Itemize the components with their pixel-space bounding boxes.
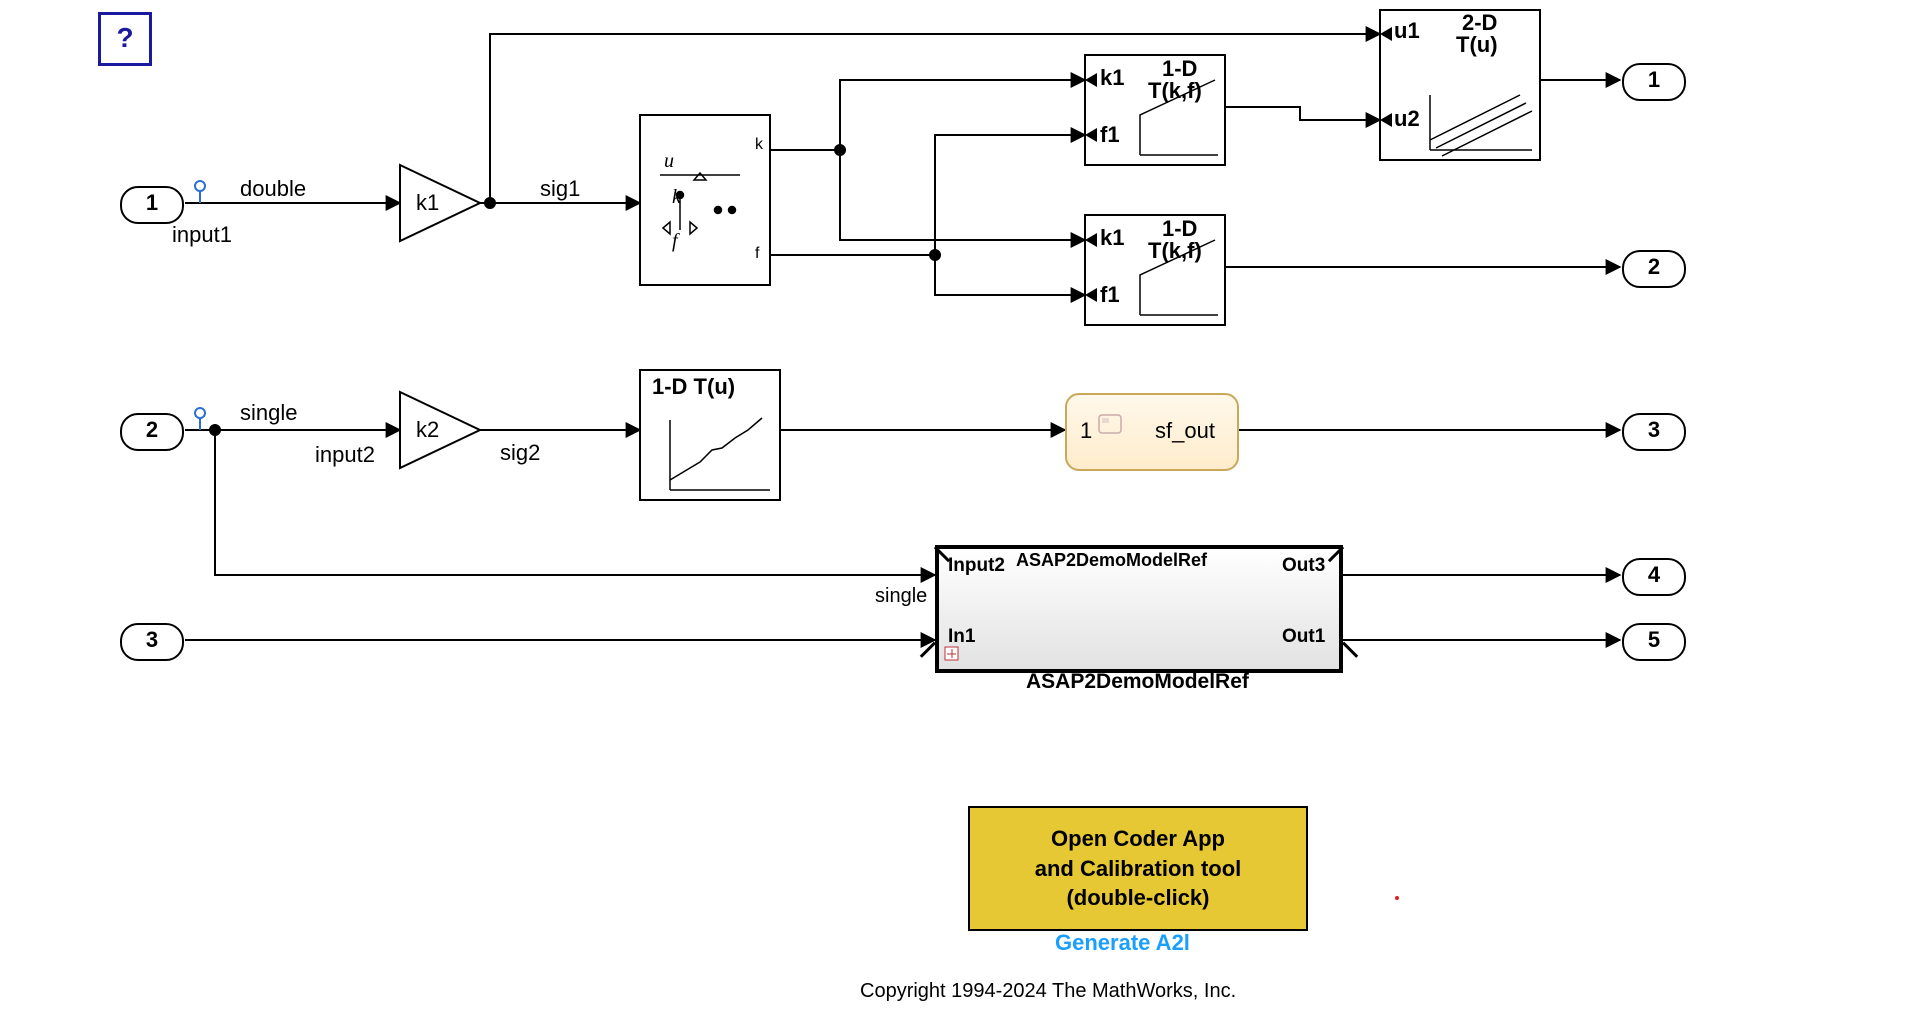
open-coder-app-callout[interactable]: Open Coder App and Calibration tool (dou… [968, 806, 1308, 931]
modelref-name: ASAP2DemoModelRef [1016, 550, 1207, 571]
prelookup-outf: f [755, 245, 759, 263]
prelookup-f: f [672, 230, 678, 253]
sf-in-label: 1 [1080, 418, 1092, 444]
signal-sig2: sig2 [500, 440, 540, 466]
callout-line3: (double-click) [998, 883, 1278, 913]
lookup2d-title2: T(u) [1456, 32, 1498, 58]
inport-2-dtype: single [240, 400, 297, 426]
inport-1-name: input1 [172, 222, 232, 248]
interp-b-k1: k1 [1100, 225, 1124, 251]
outport-4[interactable]: 4 [1622, 558, 1686, 596]
wiring-layer [0, 0, 1910, 1031]
help-button[interactable]: ? [98, 12, 152, 66]
outport-3[interactable]: 3 [1622, 413, 1686, 451]
interp-b-f1: f1 [1100, 282, 1120, 308]
prelookup-u: u [664, 150, 674, 173]
simulink-canvas[interactable]: ? 1 double input1 2 single input2 3 k1 k… [0, 0, 1910, 1031]
modelref-in2: In1 [948, 626, 975, 648]
sf-out-label: sf_out [1155, 418, 1215, 444]
modelref-out2: Out1 [1282, 626, 1325, 648]
lookup1d-title: 1-D T(u) [652, 374, 735, 400]
callout-line2: and Calibration tool [998, 854, 1278, 884]
interp-a-title2: T(k,f) [1148, 78, 1202, 104]
inport-1[interactable]: 1 [120, 186, 184, 224]
modelref-in1: Input2 [948, 555, 1005, 577]
modelref-label: ASAP2DemoModelRef [1026, 670, 1249, 694]
modelref-out1: Out3 [1282, 555, 1325, 577]
lookup2d-u1: u1 [1394, 18, 1420, 44]
inport-2[interactable]: 2 [120, 413, 184, 451]
interp-b-title2: T(k,f) [1148, 238, 1202, 264]
callout-line1: Open Coder App [998, 824, 1278, 854]
marker-dot [1395, 896, 1399, 900]
lookup2d-u2: u2 [1394, 106, 1420, 132]
outport-1[interactable]: 1 [1622, 63, 1686, 101]
inport-2-name: input2 [315, 442, 375, 468]
modelref-badge-icon [944, 646, 960, 662]
interp-a-f1: f1 [1100, 122, 1120, 148]
inport-3[interactable]: 3 [120, 623, 184, 661]
outport-2[interactable]: 2 [1622, 250, 1686, 288]
copyright-text: Copyright 1994-2024 The MathWorks, Inc. [860, 980, 1236, 1003]
gain-k1-label[interactable]: k1 [416, 190, 439, 216]
outport-5[interactable]: 5 [1622, 623, 1686, 661]
stateflow-icon [1097, 413, 1123, 439]
interp-a-k1: k1 [1100, 65, 1124, 91]
generate-a2l-label: Generate A2l [1055, 930, 1190, 956]
prelookup-k: k [672, 186, 681, 209]
signal-sig1: sig1 [540, 176, 580, 202]
gain-k2-label[interactable]: k2 [416, 417, 439, 443]
modelref-dtype: single [875, 585, 927, 608]
prelookup-outk: k [755, 136, 763, 154]
inport-1-dtype: double [240, 176, 306, 202]
